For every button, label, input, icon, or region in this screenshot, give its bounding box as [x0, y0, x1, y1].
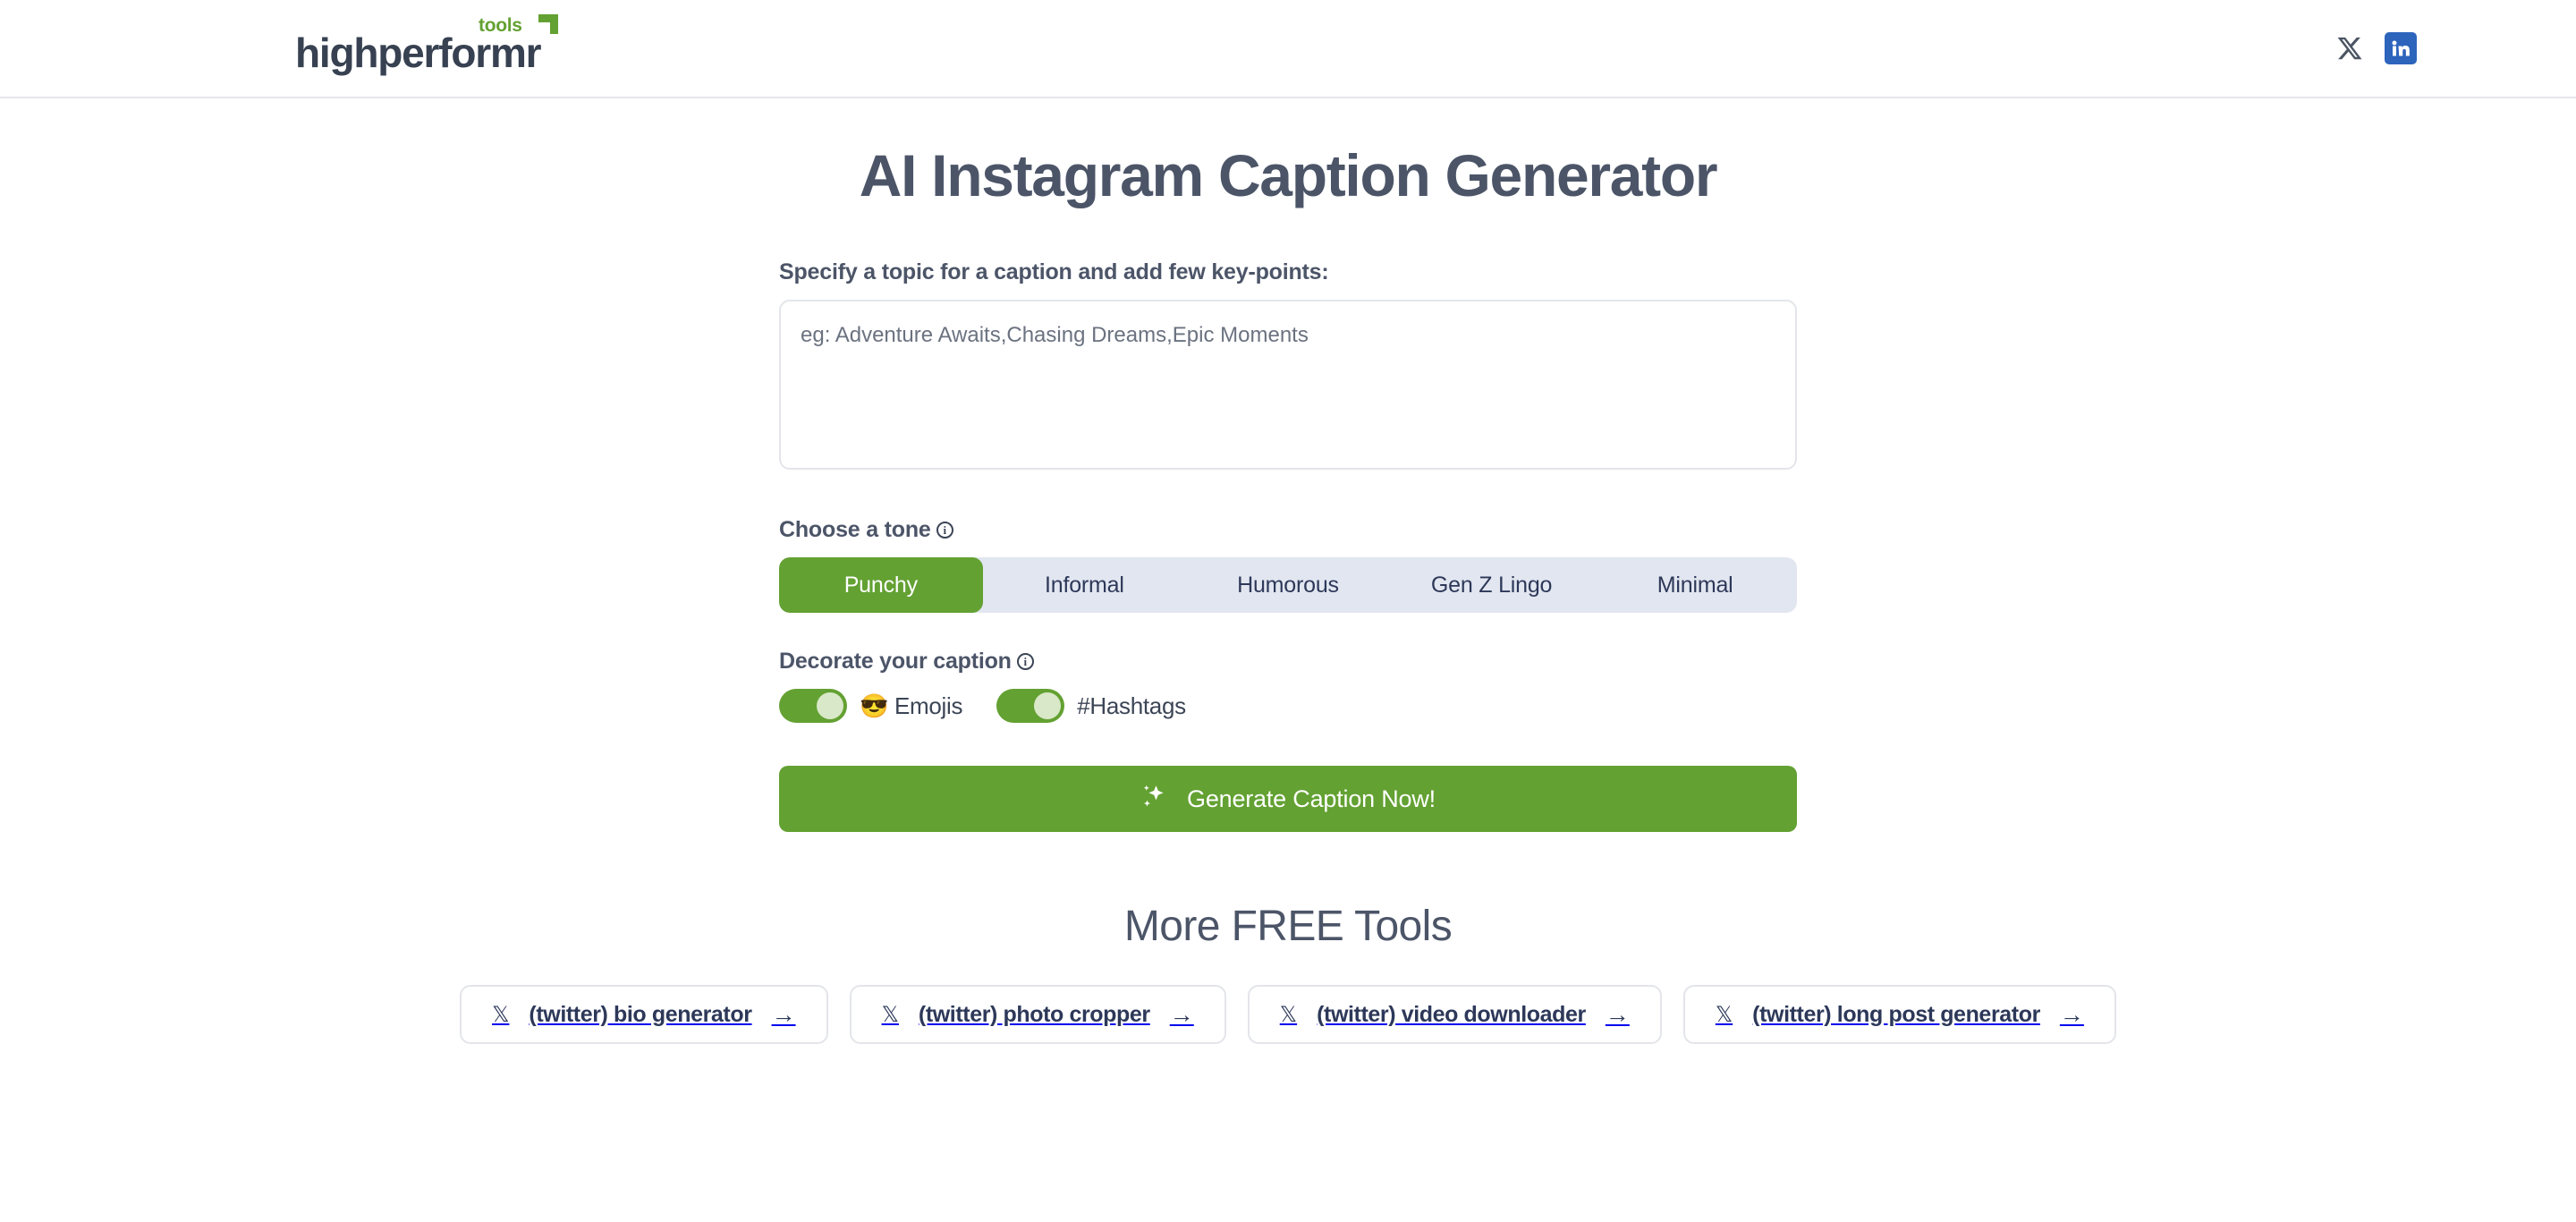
x-twitter-icon: 𝕏: [1715, 1002, 1733, 1027]
decorate-label: Decorate your caption i: [779, 649, 1797, 675]
topic-input[interactable]: [779, 300, 1797, 470]
decorate-info-icon[interactable]: i: [1016, 653, 1034, 670]
topic-label: Specify a topic for a caption and add fe…: [779, 259, 1797, 285]
arrow-right-icon: →: [1605, 1000, 1630, 1028]
more-tools-heading: More FREE Tools: [1123, 903, 1453, 950]
hashtags-toggle-group: #Hashtags: [996, 689, 1186, 723]
tone-option-humorous[interactable]: Humorous: [1186, 557, 1390, 613]
topic-label-text: Specify a topic for a caption and add fe…: [779, 259, 1329, 284]
tool-chip-long-post-generator[interactable]: 𝕏 (twitter) long post generator →: [1682, 985, 2116, 1044]
arrow-right-icon: →: [1169, 1000, 1194, 1028]
brand-mark-icon: [538, 14, 558, 34]
tool-chip-label: (twitter) long post generator: [1752, 1001, 2040, 1027]
arrow-right-icon: →: [771, 1000, 796, 1028]
brand-tools-label: tools: [479, 15, 522, 36]
page-title: AI Instagram Caption Generator: [859, 142, 1718, 208]
tool-chip-label: (twitter) photo cropper: [918, 1001, 1150, 1027]
tool-chip-label: (twitter) video downloader: [1317, 1001, 1586, 1027]
linkedin-icon[interactable]: [2385, 32, 2417, 64]
tone-label-text: Choose a tone: [779, 517, 931, 542]
generate-caption-label: Generate Caption Now!: [1187, 785, 1436, 812]
brand-wordmark: highperformr: [295, 30, 542, 76]
caption-form: Specify a topic for a caption and add fe…: [779, 259, 1797, 832]
arrow-right-icon: →: [2059, 1000, 2084, 1028]
tone-selector: Punchy Informal Humorous Gen Z Lingo Min…: [779, 557, 1797, 613]
generate-caption-button[interactable]: Generate Caption Now!: [779, 766, 1797, 832]
tone-label: Choose a tone i: [779, 517, 1797, 543]
sparkles-icon: [1140, 783, 1167, 816]
tone-option-punchy[interactable]: Punchy: [779, 557, 983, 613]
social-links: [2334, 32, 2417, 64]
tool-chip-video-downloader[interactable]: 𝕏 (twitter) video downloader →: [1247, 985, 1662, 1044]
x-twitter-icon: 𝕏: [1279, 1002, 1298, 1027]
emojis-toggle-label: 😎 Emojis: [860, 692, 963, 719]
decorate-label-text: Decorate your caption: [779, 649, 1012, 674]
main-content: AI Instagram Caption Generator Specify a…: [0, 98, 2576, 1044]
x-twitter-icon[interactable]: [2334, 33, 2365, 64]
tool-chip-label: (twitter) bio generator: [529, 1001, 752, 1027]
brand-logo[interactable]: tools highperformr: [295, 14, 558, 76]
x-twitter-icon: 𝕏: [881, 1002, 899, 1027]
tone-option-gen-z-lingo[interactable]: Gen Z Lingo: [1390, 557, 1594, 613]
tone-option-informal[interactable]: Informal: [983, 557, 1187, 613]
tool-chip-bio-generator[interactable]: 𝕏 (twitter) bio generator →: [460, 985, 828, 1044]
decorate-toggles: 😎 Emojis #Hashtags: [779, 689, 1797, 723]
x-twitter-icon: 𝕏: [492, 1002, 510, 1027]
site-header: tools highperformr: [0, 0, 2576, 98]
more-tools-list: 𝕏 (twitter) bio generator → 𝕏 (twitter) …: [460, 985, 2116, 1044]
hashtags-toggle[interactable]: [996, 689, 1065, 723]
emojis-toggle[interactable]: [779, 689, 847, 723]
tool-chip-photo-cropper[interactable]: 𝕏 (twitter) photo cropper →: [849, 985, 1226, 1044]
tone-option-minimal[interactable]: Minimal: [1593, 557, 1797, 613]
hashtags-toggle-label: #Hashtags: [1077, 692, 1186, 719]
tone-info-icon[interactable]: i: [936, 522, 953, 539]
emojis-toggle-group: 😎 Emojis: [779, 689, 963, 723]
